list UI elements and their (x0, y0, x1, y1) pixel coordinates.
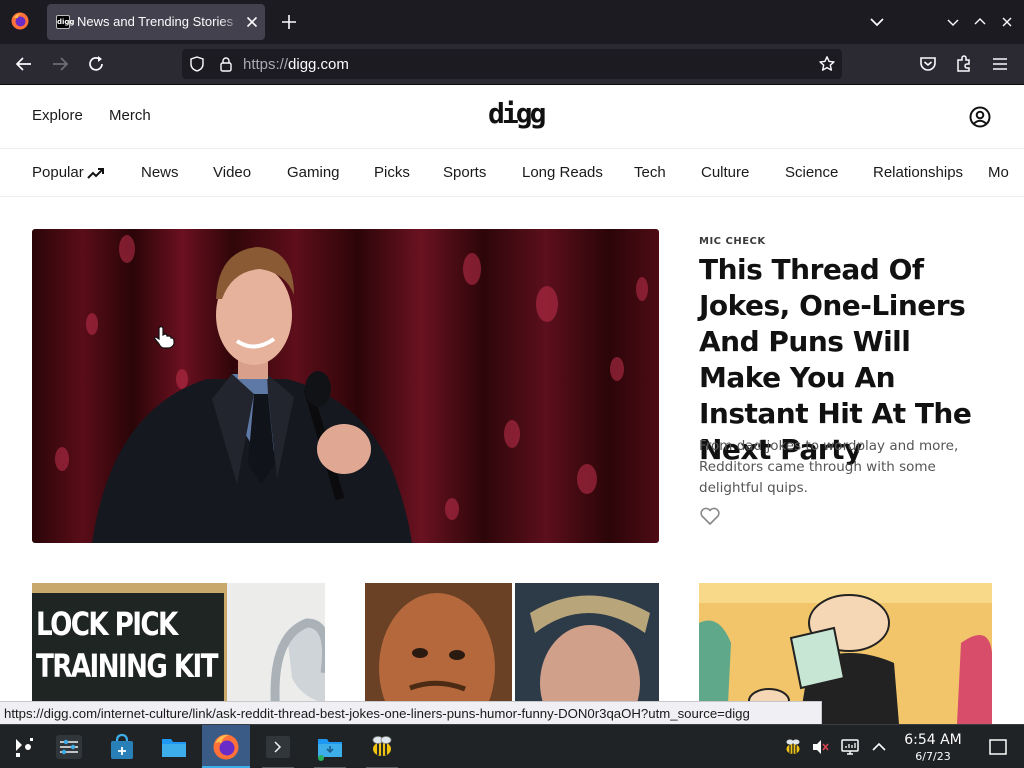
nav-long-reads[interactable]: Long Reads (522, 164, 603, 181)
menu-icon[interactable] (990, 54, 1010, 74)
downloads-folder-button[interactable] (306, 725, 354, 768)
lock-pick-title-1: LOCK PICK (36, 605, 178, 643)
chevron-down-icon[interactable] (869, 14, 885, 30)
bee-tray-icon[interactable] (783, 737, 803, 757)
heart-icon[interactable] (699, 506, 721, 526)
pocket-icon[interactable] (918, 54, 938, 74)
merch-link[interactable]: Merch (109, 107, 151, 124)
web-page: Explore Merch digg Popular News Video Ga… (0, 85, 1024, 724)
firefox-icon[interactable] (11, 12, 29, 30)
explore-link[interactable]: Explore (32, 107, 83, 124)
star-icon[interactable] (818, 55, 836, 73)
plus-icon[interactable] (280, 13, 298, 31)
tab-title: News and Trending Stories (77, 14, 242, 32)
nav-relationships[interactable]: Relationships (873, 164, 963, 181)
reload-icon[interactable] (86, 54, 106, 74)
url-bar[interactable]: https://digg.com (182, 49, 842, 79)
nav-video[interactable]: Video (213, 164, 251, 181)
nav-news[interactable]: News (141, 164, 179, 181)
terminal-button[interactable] (254, 725, 302, 768)
launcher-icon (16, 738, 33, 757)
folder-icon (162, 739, 186, 757)
maximize-icon[interactable] (971, 13, 989, 31)
lock-icon[interactable] (218, 56, 234, 72)
header-divider (0, 148, 1024, 149)
taskbar: 6:54 AM 6/7/23 (0, 724, 1024, 768)
clock-time[interactable]: 6:54 AM (896, 732, 970, 748)
forward-icon (53, 57, 69, 71)
bee-app-button[interactable] (358, 725, 406, 768)
user-profile-icon[interactable] (969, 106, 991, 128)
url-text[interactable]: https://digg.com (243, 56, 349, 73)
extensions-icon[interactable] (954, 54, 974, 74)
nav-tech[interactable]: Tech (634, 164, 666, 181)
downloads-folder-icon (318, 739, 342, 761)
firefox-icon (213, 734, 239, 760)
browser-tab[interactable]: digg News and Trending Stories (47, 4, 265, 40)
firefox-taskbar-button[interactable] (202, 725, 250, 768)
tab-favicon: digg (56, 15, 74, 29)
hand-cursor-icon (154, 326, 175, 349)
nav-popular[interactable]: Popular (32, 164, 84, 181)
nav-gaming[interactable]: Gaming (287, 164, 340, 181)
nav-picks[interactable]: Picks (374, 164, 410, 181)
application-launcher-button[interactable] (0, 725, 48, 768)
system-settings-button[interactable] (45, 725, 93, 768)
hero-image[interactable] (32, 229, 659, 543)
discover-button[interactable] (98, 725, 146, 768)
minimize-icon[interactable] (944, 13, 962, 31)
digg-logo[interactable]: digg (488, 99, 546, 131)
nav-more[interactable]: Mo (988, 164, 1009, 181)
status-link-tooltip: https://digg.com/internet-culture/link/a… (0, 701, 822, 725)
window-close-icon[interactable] (998, 13, 1016, 31)
tab-bar: digg News and Trending Stories (0, 0, 1024, 44)
status-url: https://digg.com/internet-culture/link/a… (4, 706, 750, 721)
article-kicker[interactable]: MIC CHECK (699, 236, 766, 247)
back-icon[interactable] (14, 54, 34, 74)
close-icon[interactable] (243, 13, 261, 31)
lock-pick-title-2: TRAINING KIT (36, 647, 218, 685)
volume-muted-icon[interactable] (810, 737, 830, 757)
terminal-icon (266, 736, 290, 758)
display-icon[interactable] (840, 737, 860, 757)
nav-divider (0, 196, 1024, 197)
nav-science[interactable]: Science (785, 164, 838, 181)
nav-sports[interactable]: Sports (443, 164, 486, 181)
discover-icon (111, 733, 133, 759)
file-manager-button[interactable] (150, 725, 198, 768)
nav-culture[interactable]: Culture (701, 164, 749, 181)
tray-expand-icon[interactable] (869, 737, 889, 757)
shield-icon[interactable] (189, 56, 205, 72)
settings-icon (56, 735, 82, 759)
navigation-toolbar: https://digg.com (0, 44, 1024, 85)
bee-icon (372, 736, 392, 756)
show-desktop-icon[interactable] (988, 737, 1008, 757)
article-description: From dad jokes to wordplay and more, Red… (699, 438, 959, 496)
trending-icon (87, 168, 104, 179)
clock-date[interactable]: 6/7/23 (896, 750, 970, 763)
